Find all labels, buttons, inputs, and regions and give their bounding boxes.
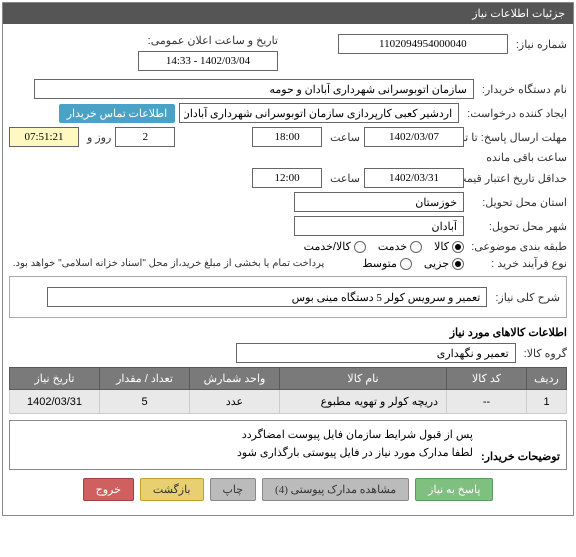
respond-button[interactable]: پاسخ به نیاز <box>415 478 493 501</box>
label-city: شهر محل تحویل: <box>472 220 567 233</box>
th-name: نام کالا <box>280 368 447 390</box>
items-table: ردیف کد کالا نام کالا واحد شمارش تعداد /… <box>9 367 567 414</box>
deadline-date-field[interactable] <box>364 127 464 147</box>
requester-field[interactable] <box>179 103 459 123</box>
remain-time-field[interactable] <box>9 127 79 147</box>
city-field[interactable] <box>294 216 464 236</box>
cell-unit: عدد <box>190 390 280 414</box>
payment-note: پرداخت تمام یا بخشی از مبلغ خرید،از محل … <box>13 258 325 269</box>
label-subject-class: طبقه بندی موضوعی: <box>472 240 567 253</box>
summary-box: شرح کلی نیاز: <box>9 276 567 318</box>
label-buyer-notes: توضیحات خریدار: <box>481 450 560 463</box>
footer-buttons: پاسخ به نیاز مشاهده مدارک پیوستی (4) چاپ… <box>9 478 567 501</box>
radio-service-label: خدمت <box>378 240 407 253</box>
label-remaining: ساعت باقی مانده <box>486 151 567 164</box>
radio-medium-label: متوسط <box>362 257 397 270</box>
radio-medium[interactable] <box>400 258 412 270</box>
buyer-notes-line2: لطفا مدارک مورد نیاز در فایل پیوستی بارگ… <box>16 445 473 463</box>
exit-button[interactable]: خروج <box>83 478 134 501</box>
label-hour1: ساعت <box>330 131 360 144</box>
label-buy-process: نوع فرآیند خرید : <box>472 257 567 270</box>
label-hour2: ساعت <box>330 172 360 185</box>
buy-process-radio-group: جزیی متوسط <box>362 257 464 270</box>
need-summary-field[interactable] <box>47 287 487 307</box>
group-field[interactable] <box>236 343 516 363</box>
cell-code: -- <box>447 390 527 414</box>
print-button[interactable]: چاپ <box>210 478 257 501</box>
subject-class-radio-group: کالا خدمت کالا/خدمت <box>304 240 464 253</box>
label-need-no: شماره نیاز: <box>516 38 567 51</box>
label-province: استان محل تحویل: <box>472 196 567 209</box>
label-need-summary: شرح کلی نیاز: <box>495 291 560 304</box>
deadline-time-field[interactable] <box>252 127 322 147</box>
back-button[interactable]: بازگشت <box>140 478 204 501</box>
cell-date: 1402/03/31 <box>10 390 100 414</box>
province-field[interactable] <box>294 192 464 212</box>
th-qty: تعداد / مقدار <box>100 368 190 390</box>
radio-both-label: کالا/خدمت <box>304 240 351 253</box>
label-deadline: مهلت ارسال پاسخ: تا تاریخ: <box>472 131 567 144</box>
label-group: گروه کالا: <box>524 347 567 360</box>
th-code: کد کالا <box>447 368 527 390</box>
radio-service[interactable] <box>410 241 422 253</box>
remain-days-field[interactable] <box>115 127 175 147</box>
label-validity: حداقل تاریخ اعتبار قیمت: تا تاریخ: <box>472 172 567 185</box>
contact-info-button[interactable]: اطلاعات تماس خریدار <box>59 104 175 123</box>
th-date: تاریخ نیاز <box>10 368 100 390</box>
attachments-button[interactable]: مشاهده مدارک پیوستی (4) <box>262 478 409 501</box>
buyer-notes-line1: پس از قبول شرایط سازمان فایل پیوست امضاگ… <box>16 427 473 445</box>
items-section-title: اطلاعات کالاهای مورد نیاز <box>9 326 567 339</box>
radio-both[interactable] <box>354 241 366 253</box>
buyer-notes-text: پس از قبول شرایط سازمان فایل پیوست امضاگ… <box>16 427 473 463</box>
validity-date-field[interactable] <box>364 168 464 188</box>
public-date-field[interactable] <box>138 51 278 71</box>
th-row: ردیف <box>527 368 567 390</box>
need-no-field[interactable] <box>338 34 508 54</box>
panel-body: شماره نیاز: تاریخ و ساعت اعلان عمومی: نا… <box>3 24 573 515</box>
label-public-date: تاریخ و ساعت اعلان عمومی: <box>148 34 278 47</box>
cell-row: 1 <box>527 390 567 414</box>
buyer-notes-box: توضیحات خریدار: پس از قبول شرایط سازمان … <box>9 420 567 470</box>
radio-goods-label: کالا <box>434 240 449 253</box>
panel-title: جزئیات اطلاعات نیاز <box>3 3 573 24</box>
radio-goods[interactable] <box>452 241 464 253</box>
radio-minor[interactable] <box>452 258 464 270</box>
table-row[interactable]: 1 -- دریچه کولر و تهویه مطبوع عدد 5 1402… <box>10 390 567 414</box>
cell-name: دریچه کولر و تهویه مطبوع <box>280 390 447 414</box>
cell-qty: 5 <box>100 390 190 414</box>
th-unit: واحد شمارش <box>190 368 280 390</box>
validity-time-field[interactable] <box>252 168 322 188</box>
radio-minor-label: جزیی <box>424 257 449 270</box>
label-day: روز و <box>87 131 111 144</box>
details-panel: جزئیات اطلاعات نیاز شماره نیاز: تاریخ و … <box>2 2 574 516</box>
label-buyer-org: نام دستگاه خریدار: <box>482 83 567 96</box>
buyer-org-field[interactable] <box>34 79 474 99</box>
label-requester: ایجاد کننده درخواست: <box>467 107 567 120</box>
